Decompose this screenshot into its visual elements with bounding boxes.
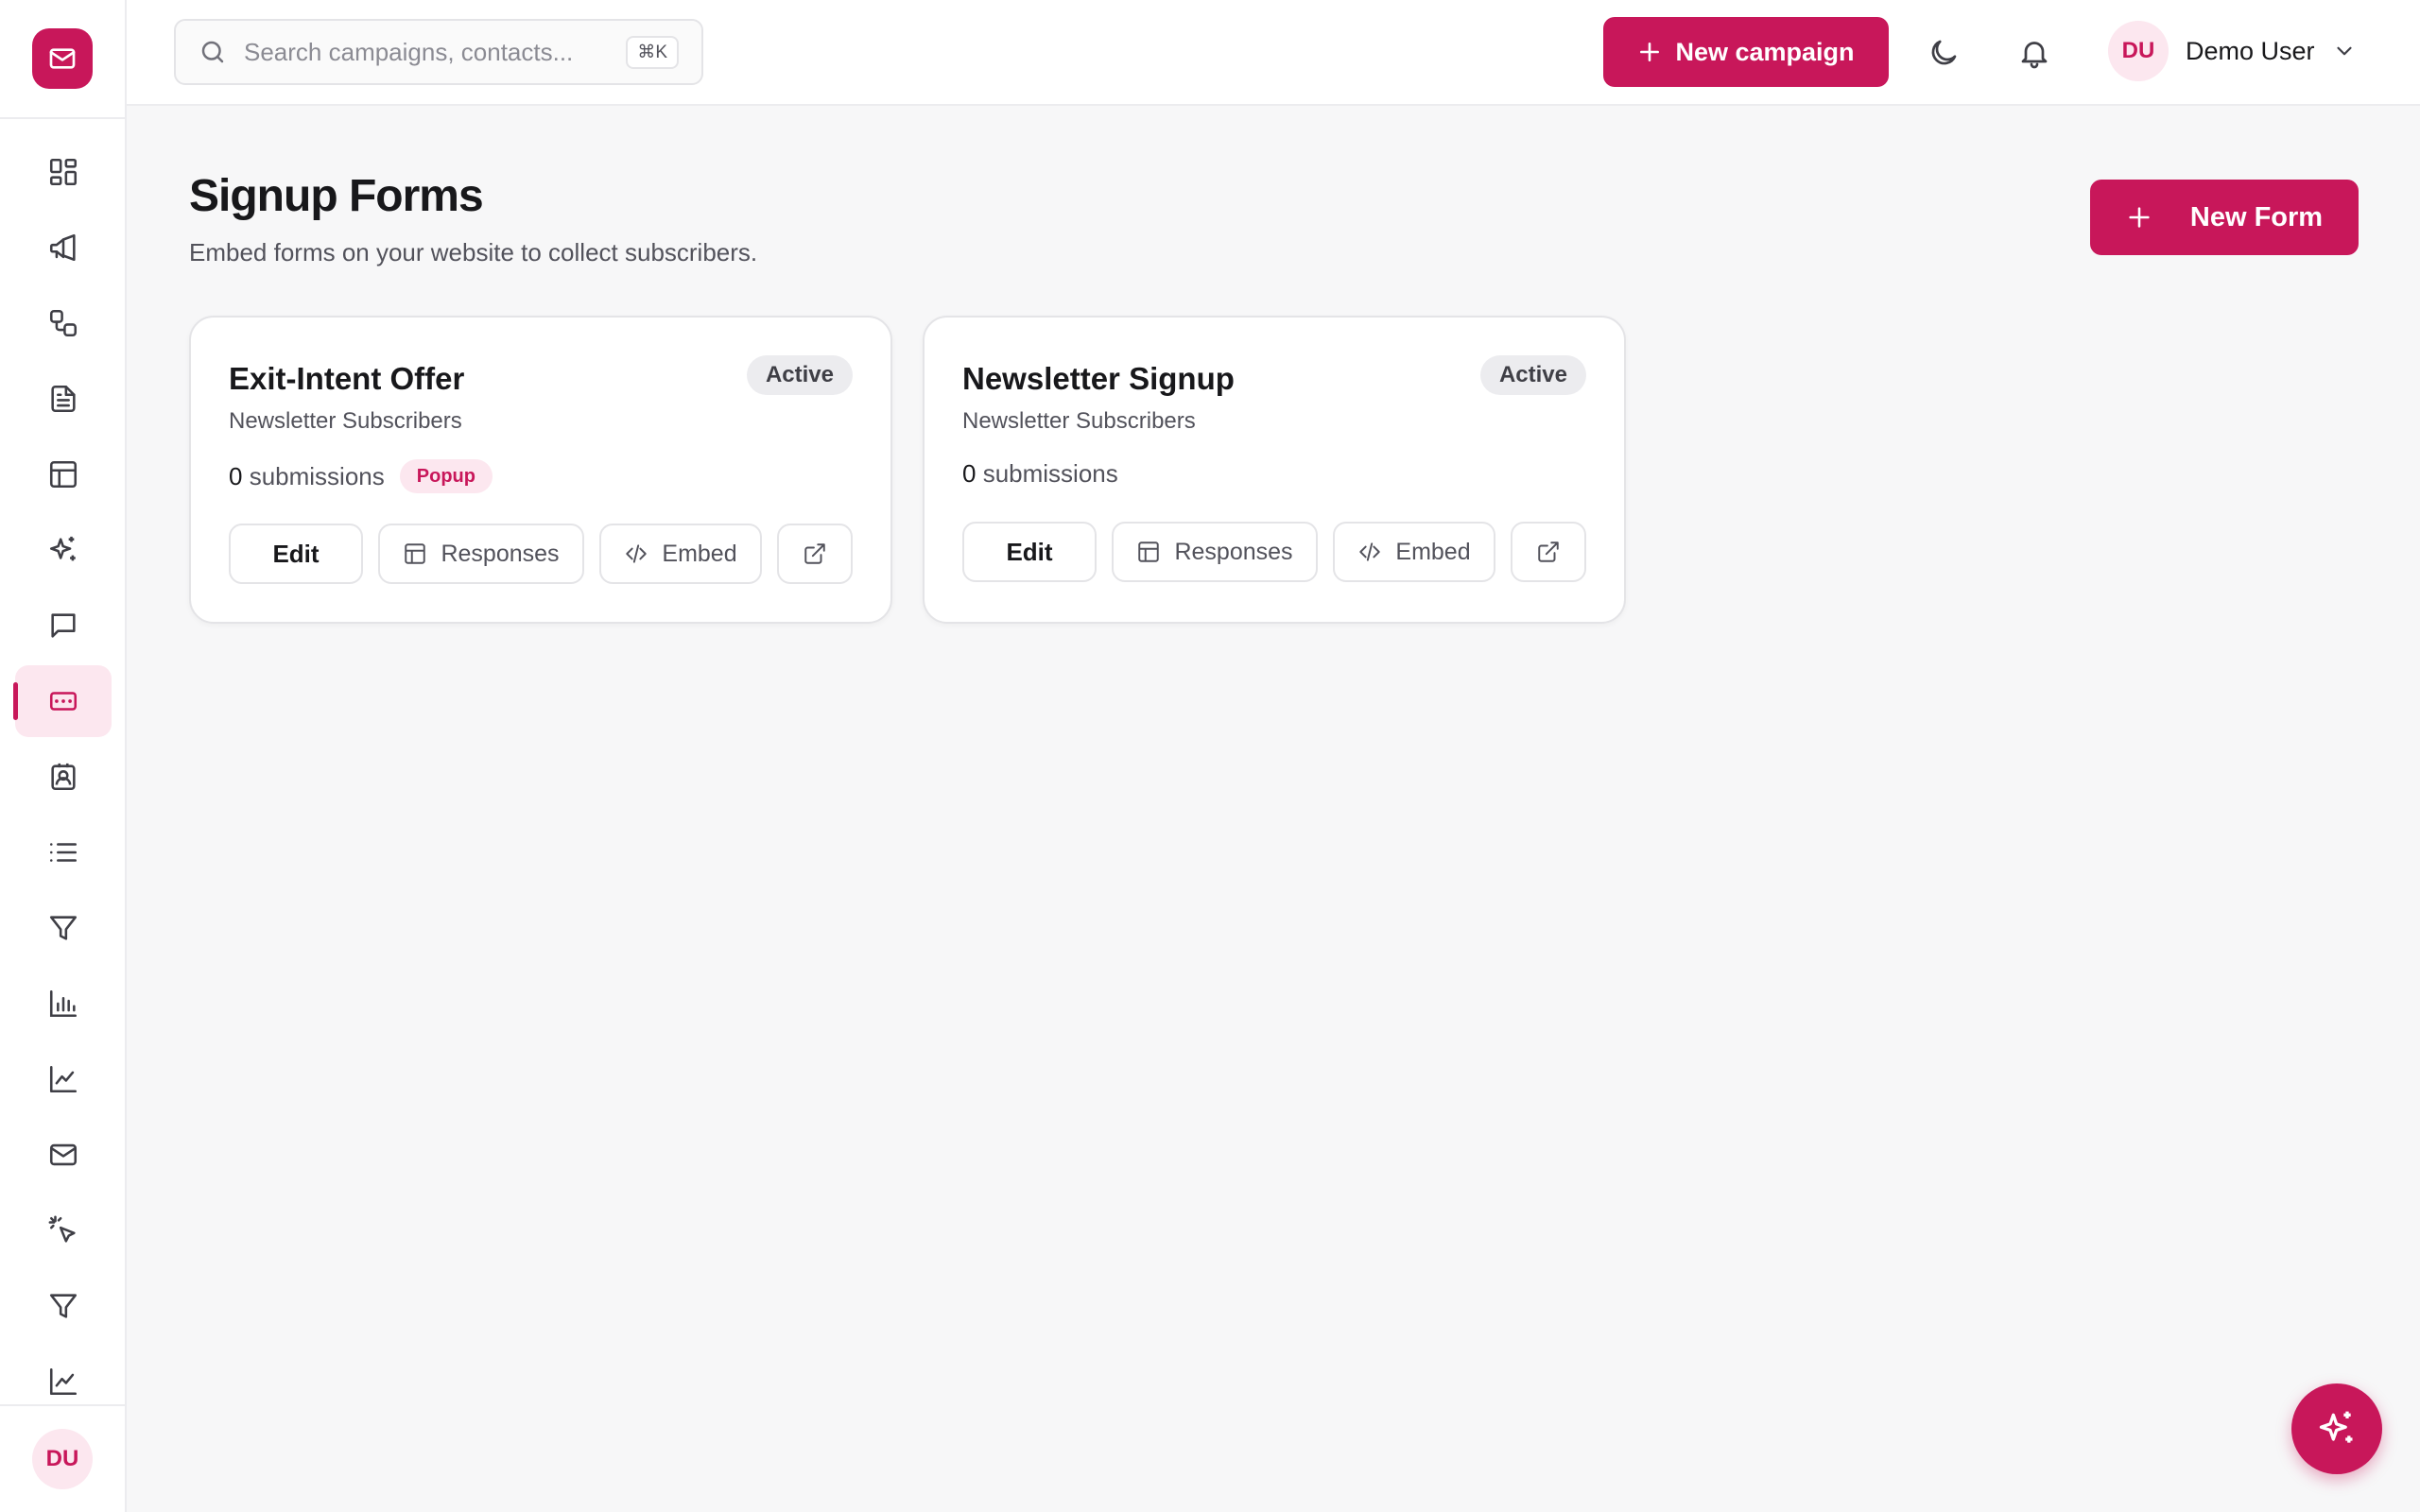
new-form-label: New Form bbox=[2189, 201, 2324, 232]
page-title: Signup Forms bbox=[189, 171, 484, 221]
sidebar-item-dashboard[interactable] bbox=[15, 136, 112, 208]
user-name: Demo User bbox=[2186, 36, 2315, 65]
form-type-badge: Popup bbox=[399, 459, 493, 493]
status-badge: Active bbox=[1479, 355, 1586, 395]
sidebar-item-segments[interactable] bbox=[15, 892, 112, 964]
grid-icon bbox=[49, 158, 78, 186]
sidebar-item-campaigns[interactable] bbox=[15, 212, 112, 284]
form-stats: 0 submissions bbox=[962, 459, 1118, 489]
status-badge: Active bbox=[746, 355, 853, 395]
layout-icon bbox=[49, 460, 78, 489]
new-form-button[interactable]: New Form bbox=[2090, 180, 2359, 255]
sidebar-item-templates[interactable] bbox=[15, 363, 112, 435]
new-campaign-label: New campaign bbox=[1675, 37, 1855, 66]
sidebar-item-lists[interactable] bbox=[15, 816, 112, 888]
external-link-icon bbox=[804, 543, 825, 564]
sidebar-user-avatar[interactable]: DU bbox=[32, 1429, 93, 1489]
sidebar-item-layouts[interactable] bbox=[15, 438, 112, 510]
logo-area bbox=[0, 0, 125, 119]
topbar: Search campaigns, contacts... ⌘K New cam… bbox=[127, 0, 2420, 106]
user-menu[interactable]: DU Demo User bbox=[2108, 21, 2357, 81]
submission-label: submissions bbox=[249, 461, 385, 490]
plus-icon bbox=[2129, 207, 2150, 228]
sidebar-item-reports[interactable] bbox=[15, 968, 112, 1040]
form-list-name: Newsletter Subscribers bbox=[962, 408, 1196, 434]
embed-label: Embed bbox=[1395, 538, 1471, 565]
contact-card-icon bbox=[51, 763, 76, 791]
responses-button[interactable]: Responses bbox=[1112, 522, 1318, 582]
search-shortcut: ⌘K bbox=[626, 35, 679, 69]
page-subtitle: Embed forms on your website to collect s… bbox=[189, 238, 758, 266]
open-form-button[interactable] bbox=[1511, 522, 1586, 582]
chat-icon bbox=[51, 613, 76, 638]
user-avatar: DU bbox=[2108, 21, 2169, 81]
edit-button[interactable]: Edit bbox=[962, 522, 1097, 582]
sidebar: DU bbox=[0, 0, 127, 1512]
embed-button[interactable]: Embed bbox=[599, 524, 762, 584]
sidebar-item-funnels[interactable] bbox=[15, 1270, 112, 1342]
sidebar-footer: DU bbox=[0, 1404, 125, 1512]
embed-label: Embed bbox=[662, 540, 737, 567]
form-list-name: Newsletter Subscribers bbox=[229, 408, 462, 434]
form-stats: 0 submissions Popup bbox=[229, 459, 493, 493]
sidebar-item-contacts[interactable] bbox=[15, 741, 112, 813]
code-icon bbox=[626, 544, 648, 563]
workflow-icon bbox=[49, 309, 78, 337]
notifications-button[interactable] bbox=[2006, 25, 2063, 81]
megaphone-icon bbox=[49, 233, 76, 262]
sidebar-item-ai[interactable] bbox=[15, 514, 112, 586]
new-campaign-button[interactable]: New campaign bbox=[1603, 17, 1889, 87]
sidebar-item-inbox[interactable] bbox=[15, 1119, 112, 1191]
ai-assistant-button[interactable] bbox=[2291, 1383, 2382, 1474]
form-card: Exit-Intent Offer Active Newsletter Subs… bbox=[189, 316, 892, 624]
edit-button[interactable]: Edit bbox=[229, 524, 363, 584]
sidebar-item-forms[interactable] bbox=[13, 665, 112, 737]
sidebar-item-messages[interactable] bbox=[15, 590, 112, 662]
sparkles-icon bbox=[2319, 1411, 2353, 1443]
submission-count: 0 bbox=[962, 459, 977, 488]
search-icon bbox=[201, 41, 224, 63]
form-actions: Edit Responses Embed bbox=[229, 524, 853, 584]
open-form-button[interactable] bbox=[777, 524, 853, 584]
sidebar-item-tracking[interactable] bbox=[15, 1194, 112, 1266]
submission-count: 0 bbox=[229, 461, 243, 490]
responses-label: Responses bbox=[441, 540, 560, 567]
line-chart-icon bbox=[49, 1065, 78, 1093]
external-link-icon bbox=[1538, 541, 1559, 562]
mail-icon bbox=[49, 48, 76, 69]
funnel-icon bbox=[49, 1294, 78, 1318]
form-name: Exit-Intent Offer bbox=[229, 361, 465, 396]
responses-label: Responses bbox=[1174, 538, 1293, 565]
sparkles-icon bbox=[49, 536, 76, 561]
table-icon bbox=[1138, 541, 1160, 562]
search-placeholder: Search campaigns, contacts... bbox=[244, 37, 574, 66]
document-icon bbox=[51, 385, 76, 413]
moon-icon bbox=[1931, 40, 1957, 65]
app-logo[interactable] bbox=[32, 28, 93, 89]
envelope-icon bbox=[49, 1143, 78, 1166]
form-icon bbox=[49, 692, 78, 711]
code-icon bbox=[1359, 542, 1381, 561]
embed-button[interactable]: Embed bbox=[1333, 522, 1495, 582]
bell-icon bbox=[2021, 42, 2048, 69]
responses-button[interactable]: Responses bbox=[378, 524, 584, 584]
form-name: Newsletter Signup bbox=[962, 361, 1235, 396]
chevron-down-icon bbox=[2336, 46, 2352, 56]
sidebar-item-automations[interactable] bbox=[15, 287, 112, 359]
plus-icon bbox=[1640, 43, 1660, 61]
table-icon bbox=[405, 543, 426, 564]
trend-chart-icon bbox=[49, 1367, 78, 1396]
search-input[interactable]: Search campaigns, contacts... ⌘K bbox=[174, 19, 703, 85]
click-icon bbox=[48, 1215, 76, 1243]
filter-icon bbox=[49, 916, 78, 940]
form-actions: Edit Responses Embed bbox=[962, 522, 1586, 582]
form-card: Newsletter Signup Active Newsletter Subs… bbox=[923, 316, 1626, 624]
list-icon bbox=[49, 843, 78, 862]
sidebar-item-analytics[interactable] bbox=[15, 1043, 112, 1115]
submission-label: submissions bbox=[982, 459, 1118, 488]
bar-chart-icon bbox=[49, 989, 78, 1018]
theme-toggle-button[interactable] bbox=[1915, 25, 1972, 81]
